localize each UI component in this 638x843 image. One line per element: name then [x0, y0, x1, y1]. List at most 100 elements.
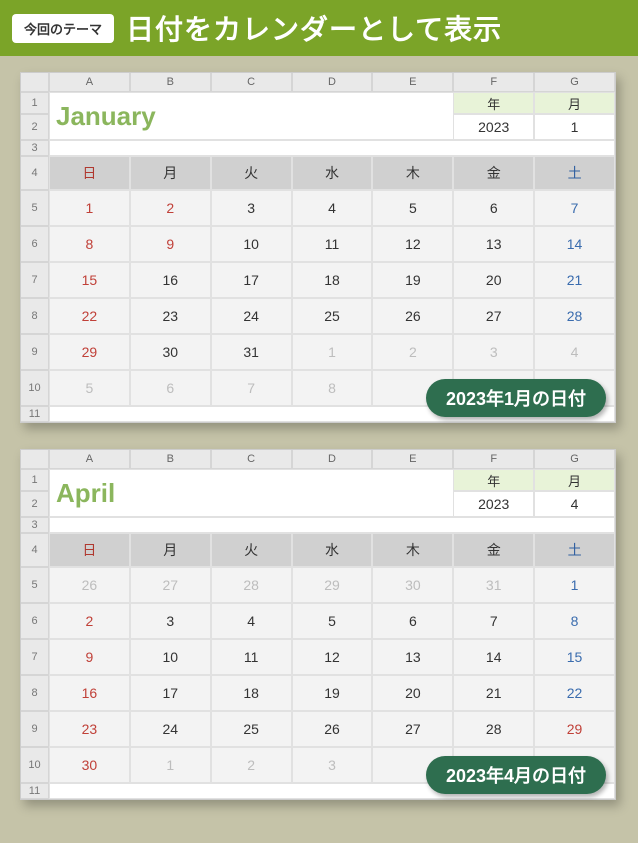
month-label: 月: [534, 92, 615, 114]
dow-sun: 日: [49, 533, 130, 567]
dow-wed: 水: [292, 533, 373, 567]
header-bar: 今回のテーマ 日付をカレンダーとして表示: [0, 0, 638, 56]
row-6: 6: [21, 226, 49, 262]
day-cell: 12: [292, 639, 373, 675]
dow-sun: 日: [49, 156, 130, 190]
row-8: 8: [21, 298, 49, 334]
header-title: 日付をカレンダーとして表示: [126, 8, 502, 48]
row-7: 7: [21, 262, 49, 298]
day-cell: 20: [372, 675, 453, 711]
day-cell: 24: [211, 298, 292, 334]
spacer-row: [49, 140, 615, 156]
dow-sat: 土: [534, 533, 615, 567]
day-cell: 3: [130, 603, 211, 639]
calendar-sheet-january: A B C D E F G 1 January 年 月 2 2023 1 3: [20, 72, 616, 423]
day-cell: 3: [453, 334, 534, 370]
row-11: 11: [21, 783, 49, 799]
row-6: 6: [21, 603, 49, 639]
row-9: 9: [21, 711, 49, 747]
row-4: 4: [21, 156, 49, 190]
day-cell: 27: [372, 711, 453, 747]
day-cell: 5: [372, 190, 453, 226]
day-cell: 22: [534, 675, 615, 711]
row-10: 10: [21, 370, 49, 406]
day-cell: 18: [211, 675, 292, 711]
calendar-sheet-april: A B C D E F G 1 April 年 月 2 2023 4 3 4 日…: [20, 449, 616, 800]
caption-badge: 2023年1月の日付: [426, 379, 606, 417]
day-cell: 28: [211, 567, 292, 603]
row-2: 2: [21, 114, 49, 140]
col-E: E: [372, 73, 453, 92]
dow-fri: 金: [453, 533, 534, 567]
dow-tue: 火: [211, 533, 292, 567]
dow-wed: 水: [292, 156, 373, 190]
day-cell: 30: [372, 567, 453, 603]
day-cell: 14: [534, 226, 615, 262]
day-cell: 24: [130, 711, 211, 747]
day-cell: 7: [534, 190, 615, 226]
day-cell: 13: [372, 639, 453, 675]
day-cell: 22: [49, 298, 130, 334]
day-cell: 14: [453, 639, 534, 675]
day-cell: 4: [534, 334, 615, 370]
day-cell: 15: [49, 262, 130, 298]
col-A: A: [49, 450, 130, 469]
day-cell: 3: [211, 190, 292, 226]
day-cell: 13: [453, 226, 534, 262]
dow-mon: 月: [130, 156, 211, 190]
row-5: 5: [21, 190, 49, 226]
day-cell: 25: [211, 711, 292, 747]
dow-thu: 木: [372, 156, 453, 190]
day-cell: 23: [49, 711, 130, 747]
day-cell: 9: [130, 226, 211, 262]
day-cell: 3: [292, 747, 373, 783]
day-cell: 7: [453, 603, 534, 639]
day-cell: 1: [49, 190, 130, 226]
day-cell: 30: [49, 747, 130, 783]
day-cell: 31: [211, 334, 292, 370]
day-cell: 1: [534, 567, 615, 603]
day-cell: 2: [130, 190, 211, 226]
day-cell: 18: [292, 262, 373, 298]
day-cell: 5: [292, 603, 373, 639]
day-cell: 17: [130, 675, 211, 711]
month-title: April: [49, 469, 453, 517]
day-cell: 26: [49, 567, 130, 603]
day-cell: 5: [49, 370, 130, 406]
row-9: 9: [21, 334, 49, 370]
month-value: 1: [534, 114, 615, 140]
day-cell: 30: [130, 334, 211, 370]
col-C: C: [211, 73, 292, 92]
row-2: 2: [21, 491, 49, 517]
day-cell: 4: [211, 603, 292, 639]
day-cell: 19: [292, 675, 373, 711]
col-D: D: [292, 73, 373, 92]
day-cell: 8: [49, 226, 130, 262]
day-cell: 27: [130, 567, 211, 603]
day-cell: 4: [292, 190, 373, 226]
dow-tue: 火: [211, 156, 292, 190]
day-cell: 21: [453, 675, 534, 711]
year-value: 2023: [453, 114, 534, 140]
day-cell: 1: [130, 747, 211, 783]
day-cell: 11: [211, 639, 292, 675]
day-cell: 1: [292, 334, 373, 370]
row-4: 4: [21, 533, 49, 567]
dow-mon: 月: [130, 533, 211, 567]
day-cell: 10: [211, 226, 292, 262]
row-11: 11: [21, 406, 49, 422]
dow-fri: 金: [453, 156, 534, 190]
day-cell: 23: [130, 298, 211, 334]
day-cell: 2: [372, 334, 453, 370]
day-cell: 16: [49, 675, 130, 711]
spacer-row: [49, 517, 615, 533]
day-cell: 25: [292, 298, 373, 334]
theme-badge: 今回のテーマ: [12, 14, 114, 43]
row-3: 3: [21, 140, 49, 156]
year-value: 2023: [453, 491, 534, 517]
col-E: E: [372, 450, 453, 469]
row-7: 7: [21, 639, 49, 675]
day-cell: 10: [130, 639, 211, 675]
day-cell: 26: [372, 298, 453, 334]
day-cell: 2: [49, 603, 130, 639]
